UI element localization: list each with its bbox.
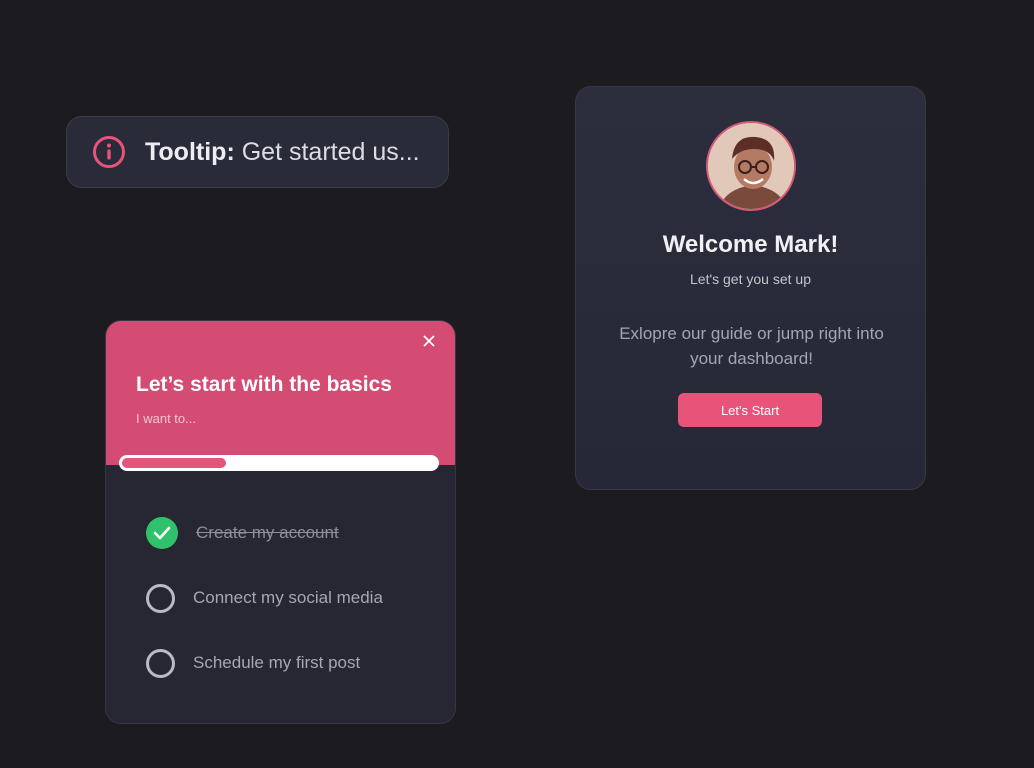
checkmark-icon[interactable]	[146, 517, 178, 549]
welcome-subtitle: Let's get you set up	[690, 271, 811, 287]
task-label: Connect my social media	[193, 588, 383, 607]
task-item[interactable]: Schedule my first post	[146, 647, 436, 679]
avatar	[706, 121, 796, 211]
tooltip[interactable]: Tooltip: Get started us...	[66, 116, 449, 188]
task-list: Create my account Connect my social media…	[146, 517, 436, 712]
tooltip-body: Get started us...	[241, 137, 420, 166]
task-item[interactable]: Create my account	[146, 517, 436, 549]
welcome-description: Exlopre our guide or jump right into you…	[619, 324, 884, 368]
onboarding-checklist-card: Let’s start with the basics I want to...…	[105, 320, 456, 724]
empty-circle-icon[interactable]	[146, 583, 175, 613]
close-icon[interactable]	[419, 331, 439, 351]
checklist-title: Let’s start with the basics	[136, 373, 392, 396]
progress-bar	[119, 455, 439, 471]
canvas: Tooltip: Get started us... Welcome Mark!…	[0, 0, 1034, 768]
task-label: Create my account	[196, 523, 339, 542]
checklist-header: Let’s start with the basics I want to...	[106, 321, 455, 471]
info-icon	[91, 134, 127, 170]
welcome-title: Welcome Mark!	[662, 231, 839, 258]
empty-circle-icon[interactable]	[146, 648, 175, 678]
task-label: Schedule my first post	[193, 653, 361, 672]
tooltip-text: Tooltip: Get started us...	[145, 138, 420, 167]
lets-start-button[interactable]: Let's Start	[678, 393, 822, 427]
checklist-subtitle: I want to...	[136, 411, 196, 426]
task-item[interactable]: Connect my social media	[146, 582, 436, 614]
tooltip-label: Tooltip:	[145, 137, 235, 166]
welcome-card: Welcome Mark! Let's get you set up Exlop…	[575, 86, 926, 490]
progress-fill	[122, 458, 226, 468]
